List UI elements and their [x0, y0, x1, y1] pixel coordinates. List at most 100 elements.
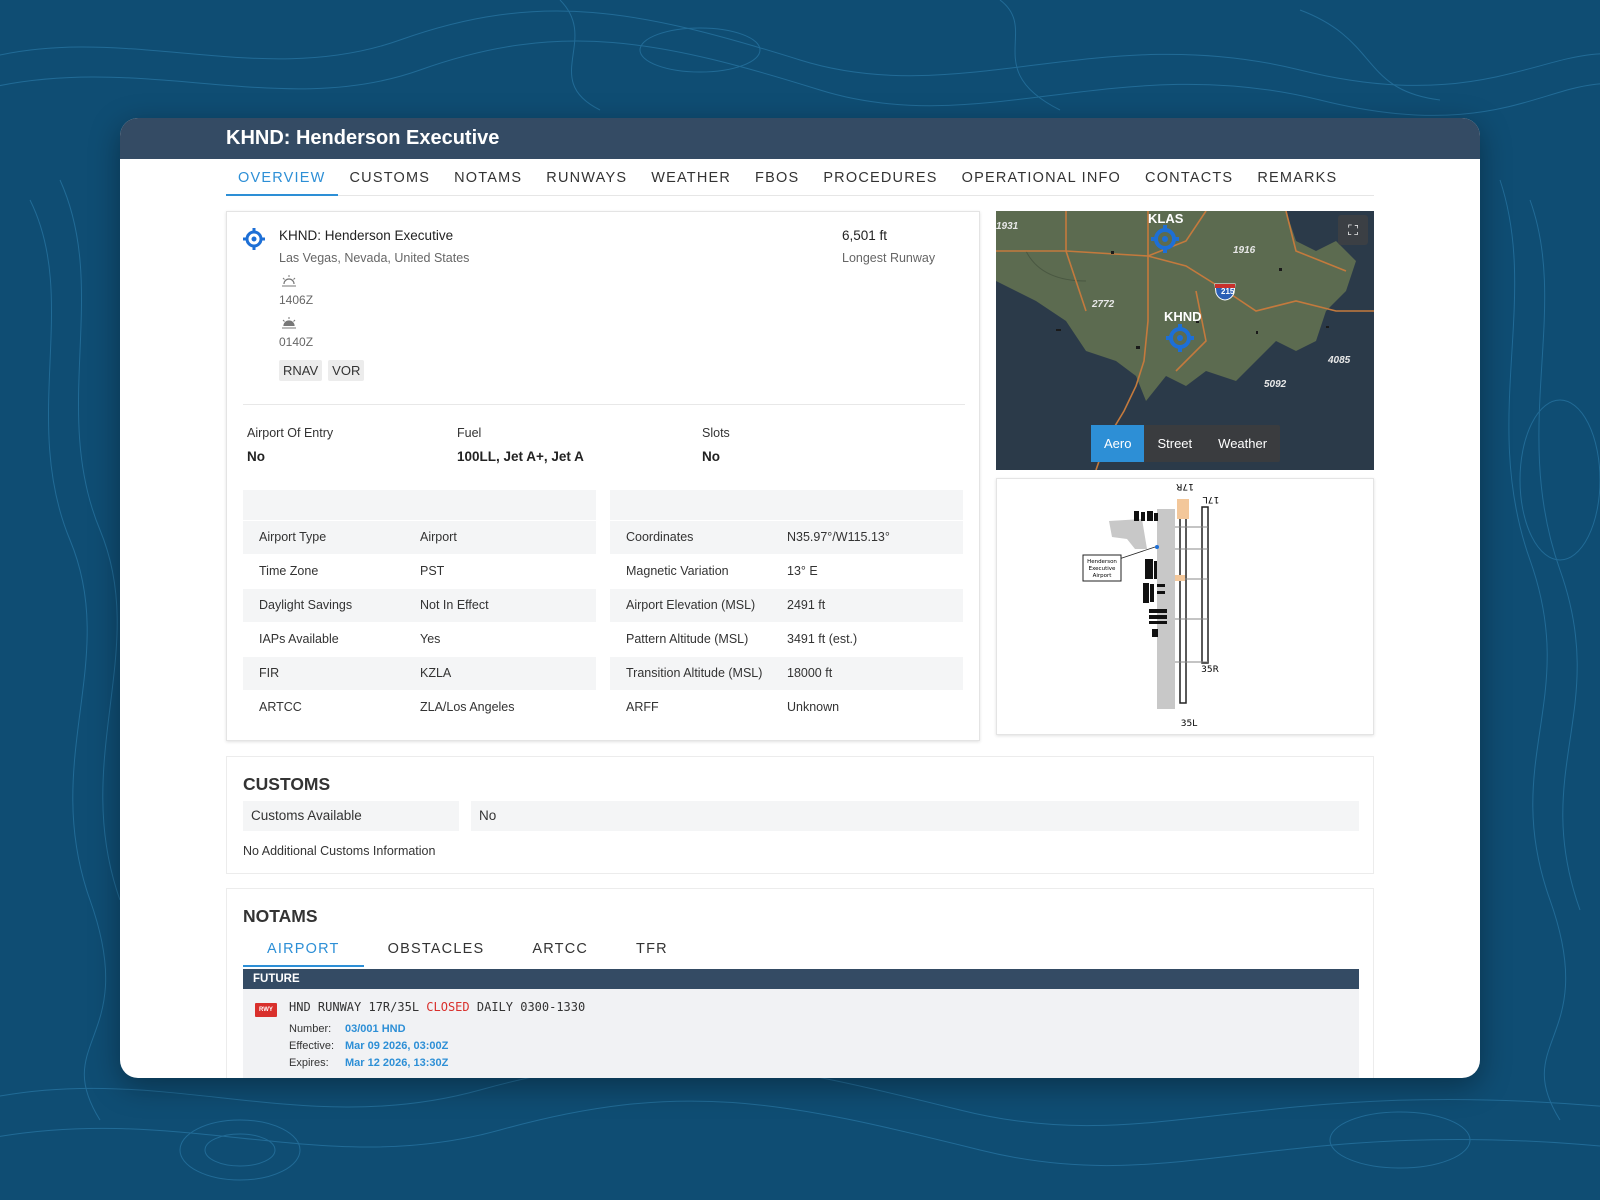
airport-pin-icon[interactable] [1151, 225, 1179, 253]
map-code-khnd: KHND [1164, 309, 1202, 324]
window-title: KHND: Henderson Executive [120, 118, 1480, 159]
elevation-label: 5092 [1264, 379, 1287, 390]
attr-fuel: Fuel 100LL, Jet A+, Jet A [457, 426, 584, 464]
attr-value: No [247, 449, 265, 464]
notam-expires-row: Expires: Mar 12 2026, 13:30Z [289, 1057, 449, 1069]
airport-pin-icon[interactable] [1166, 324, 1194, 352]
tab-runways[interactable]: RUNWAYS [534, 162, 639, 196]
map-code-klas: KLAS [1148, 211, 1184, 226]
notam-effective-value: Mar 09 2026, 03:00Z [345, 1040, 449, 1052]
airport-location: Las Vegas, Nevada, United States [279, 251, 470, 265]
customs-title: CUSTOMS [243, 774, 331, 794]
airport-diagram[interactable]: 17R 17L Henderson Executive Airport 35R … [996, 478, 1374, 735]
airport-icon [243, 228, 265, 250]
runway-label-35r: 35R [1201, 665, 1219, 675]
notam-effective-row: Effective: Mar 09 2026, 03:00Z [289, 1040, 449, 1052]
map-mode-street[interactable]: Street [1144, 425, 1205, 462]
tab-remarks[interactable]: REMARKS [1245, 162, 1349, 196]
diagram-callout: Executive [1089, 566, 1116, 572]
notam-group-header: FUTURE [243, 969, 1359, 989]
map-mode-weather[interactable]: Weather [1205, 425, 1280, 462]
table-row: IAPs Available Yes [243, 621, 596, 656]
runway-label-17r: 17R [1176, 481, 1194, 491]
elevation-label: 1916 [1233, 245, 1256, 256]
sunrise-time: 1406Z [279, 293, 314, 307]
notam-number-link[interactable]: 03/001 HND [345, 1023, 406, 1035]
notams-section: NOTAMS AIRPORT OBSTACLES ARTCC TFR FUTUR… [226, 888, 1374, 1078]
attr-value: 100LL, Jet A+, Jet A [457, 449, 584, 464]
badge-vor: VOR [328, 360, 365, 381]
longest-runway-label: Longest Runway [842, 251, 936, 265]
tab-operational-info[interactable]: OPERATIONAL INFO [950, 162, 1133, 196]
interstate-label: 215 [1221, 287, 1235, 296]
notam-tab-airport[interactable]: AIRPORT [243, 933, 364, 967]
notam-number-row: Number: 03/001 HND [289, 1023, 406, 1035]
tab-overview[interactable]: OVERVIEW [226, 162, 338, 196]
tab-contacts[interactable]: CONTACTS [1133, 162, 1245, 196]
table-header [610, 490, 963, 520]
tab-customs[interactable]: CUSTOMS [338, 162, 443, 196]
table-header [243, 490, 596, 520]
table-row: Coordinates N35.97°/W115.13° [610, 519, 963, 554]
table-row: Pattern Altitude (MSL) 3491 ft (est.) [610, 621, 963, 656]
table-row: Airport Type Airport [243, 519, 596, 554]
notam-expires-value: Mar 12 2026, 13:30Z [345, 1057, 449, 1069]
attr-label: Fuel [457, 426, 482, 440]
customs-available-label: Customs Available [243, 801, 459, 831]
sunrise-icon [282, 275, 296, 287]
table-row: Daylight Savings Not In Effect [243, 587, 596, 622]
attr-airport-of-entry: Airport Of Entry No [247, 426, 333, 464]
customs-available-value: No [471, 801, 1359, 831]
diagram-callout: Henderson [1087, 559, 1117, 565]
attr-slots: Slots No [702, 426, 730, 464]
airport-window: KHND: Henderson Executive OVERVIEW CUSTO… [120, 118, 1480, 1078]
notams-title: NOTAMS [243, 906, 318, 926]
attr-label: Airport Of Entry [247, 426, 334, 440]
airport-diagram-drawing: 17R 17L Henderson Executive Airport 35R … [1082, 481, 1219, 729]
tab-weather[interactable]: WEATHER [639, 162, 743, 196]
divider [243, 404, 965, 405]
table-row: Transition Altitude (MSL) 18000 ft [610, 655, 963, 690]
customs-section: CUSTOMS Customs Available No No Addition… [226, 756, 1374, 874]
runway-label-35l: 35L [1181, 719, 1197, 729]
map-mode-aero[interactable]: Aero [1091, 425, 1145, 462]
notam-tab-obstacles[interactable]: OBSTACLES [364, 933, 509, 967]
elevation-label: 1931 [996, 221, 1019, 232]
elevation-label: 2772 [1092, 299, 1115, 310]
longest-runway-value: 6,501 ft [842, 228, 888, 243]
notam-tabs: AIRPORT OBSTACLES ARTCC TFR [243, 933, 692, 967]
runway-icon: RWY [255, 1003, 277, 1017]
attr-label: Slots [702, 426, 730, 440]
aero-map[interactable]: 215 1931 1916 2772 4085 5092 KLAS KHND ⛶… [996, 211, 1374, 470]
notam-tab-tfr[interactable]: TFR [612, 933, 692, 967]
navaid-badges: RNAV VOR [279, 360, 365, 381]
customs-note: No Additional Customs Information [243, 844, 436, 858]
notam-item[interactable]: RWY HND RUNWAY 17R/35L CLOSED DAILY 0300… [243, 989, 1359, 1078]
map-mode-switch: Aero Street Weather [1091, 425, 1281, 462]
airport-name: KHND: Henderson Executive [279, 228, 454, 243]
table-row: FIR KZLA [243, 655, 596, 690]
table-row: ARFF Unknown [610, 689, 963, 724]
table-row: Magnetic Variation 13° E [610, 553, 963, 588]
table-row: Time Zone PST [243, 553, 596, 588]
badge-rnav: RNAV [279, 360, 323, 381]
diagram-callout: Airport [1093, 573, 1113, 579]
tab-procedures[interactable]: PROCEDURES [811, 162, 949, 196]
main-tabs: OVERVIEW CUSTOMS NOTAMS RUNWAYS WEATHER … [226, 162, 1374, 196]
table-row: ARTCC ZLA/Los Angeles [243, 689, 596, 724]
notam-tab-artcc[interactable]: ARTCC [508, 933, 612, 967]
runway-label-17l: 17L [1203, 494, 1219, 504]
tab-notams[interactable]: NOTAMS [442, 162, 534, 196]
attr-value: No [702, 449, 720, 464]
sunset-time: 0140Z [279, 335, 314, 349]
notam-text: HND RUNWAY 17R/35L CLOSED DAILY 0300-133… [289, 1000, 586, 1014]
overview-card: KHND: Henderson Executive Las Vegas, Nev… [226, 211, 980, 741]
properties-table-right: Coordinates N35.97°/W115.13° Magnetic Var… [610, 490, 963, 724]
table-row: Airport Elevation (MSL) 2491 ft [610, 587, 963, 622]
sunset-icon [282, 317, 296, 329]
closed-label: CLOSED [426, 1000, 470, 1014]
tab-fbos[interactable]: FBOS [743, 162, 811, 196]
fullscreen-icon[interactable]: ⛶ [1338, 215, 1368, 245]
elevation-label: 4085 [1328, 355, 1351, 366]
properties-table-left: Airport Type Airport Time Zone PST Dayligh… [243, 490, 596, 724]
